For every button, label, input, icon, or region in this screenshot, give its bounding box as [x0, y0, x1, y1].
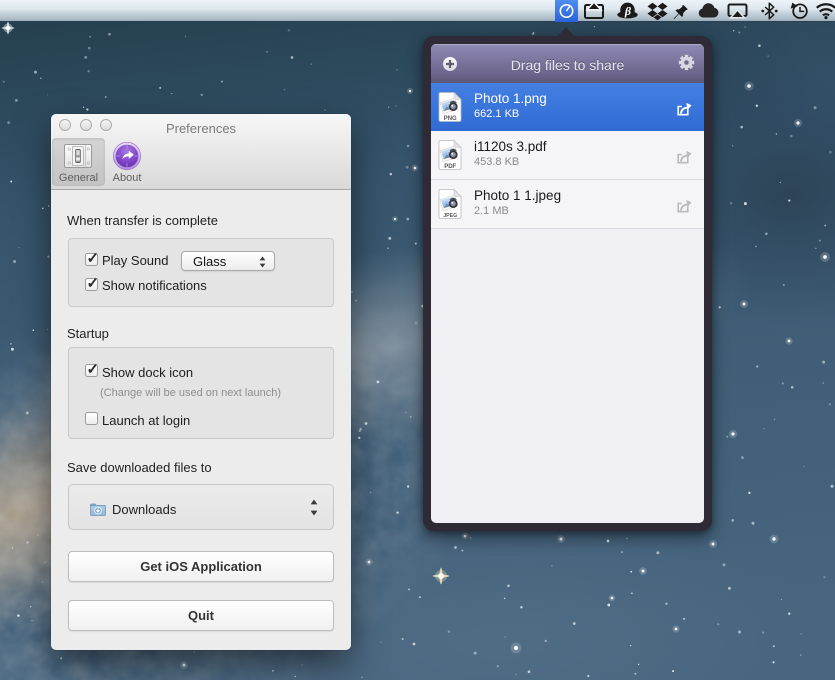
svg-text:β: β — [624, 4, 632, 18]
